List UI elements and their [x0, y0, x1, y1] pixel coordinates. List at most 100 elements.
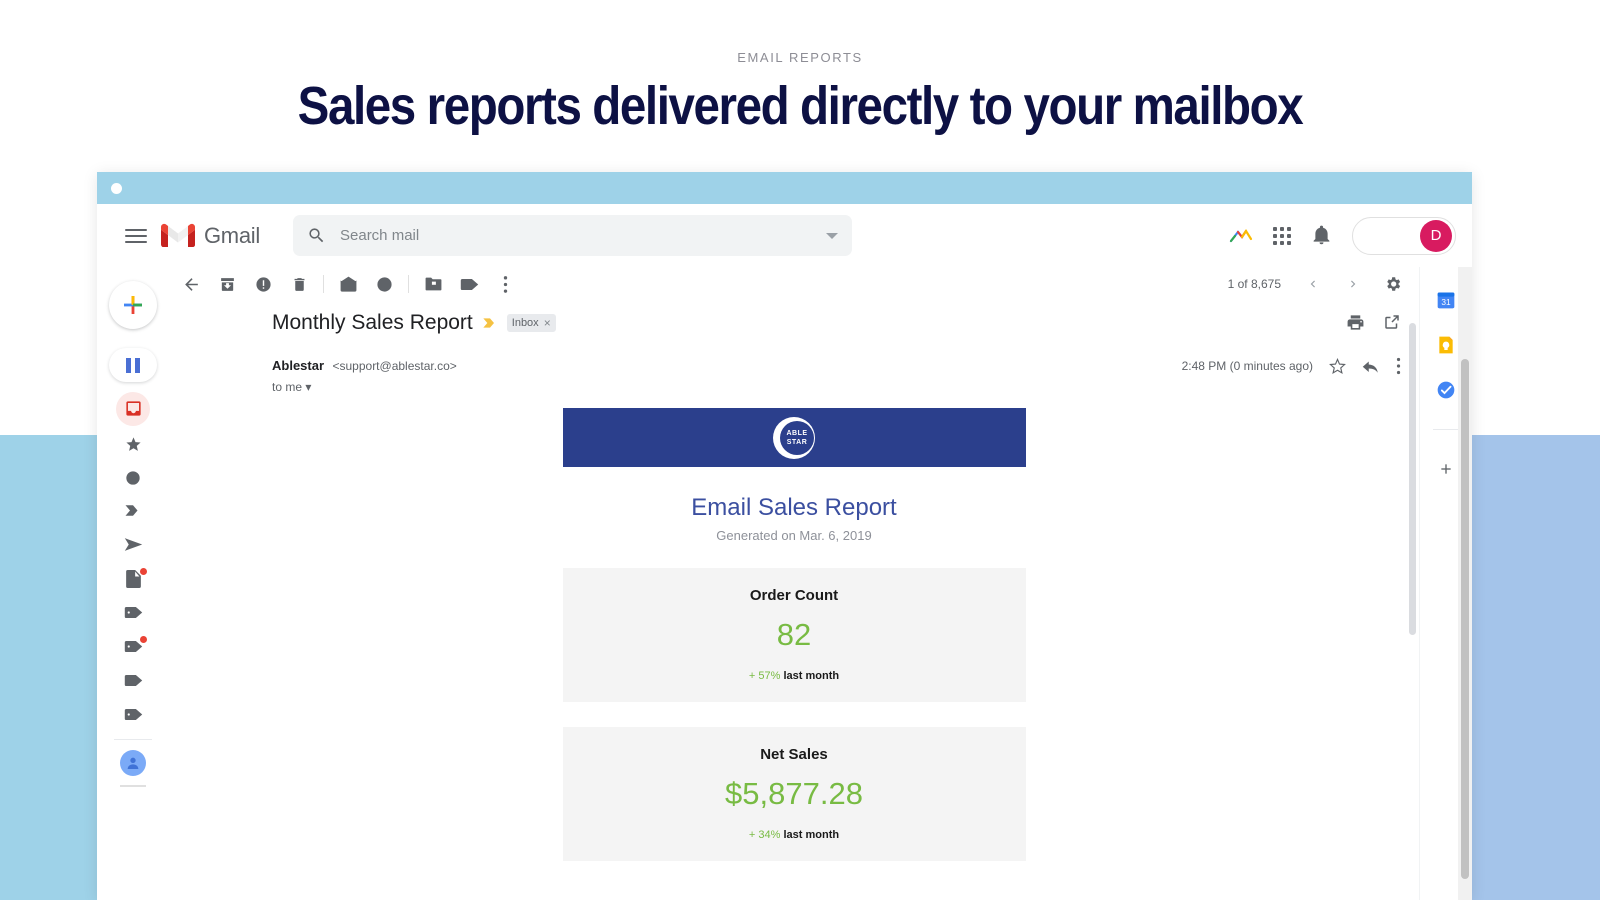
pause-button[interactable]: [109, 348, 157, 382]
gmail-logo[interactable]: Gmail: [161, 223, 260, 249]
background-panel-left: [0, 435, 100, 900]
ablestar-logo: ABLE STAR: [773, 416, 815, 459]
message-pane: 1 of 8,675 Monthly Sales Report Inbox × …: [169, 267, 1419, 900]
plus-icon: [124, 296, 142, 314]
sidebar-item-label-1[interactable]: [113, 600, 153, 625]
report-title: Email Sales Report: [691, 494, 897, 521]
header-actions: D: [1229, 216, 1456, 255]
stat-delta-percent: + 57%: [748, 670, 781, 682]
search-icon: [309, 228, 324, 243]
sidebar-item-important[interactable]: [113, 498, 153, 523]
important-chevron-icon: [125, 505, 138, 516]
sender-row: Ablestar <support@ablestar.co> to me ▾ 2…: [169, 335, 1419, 394]
message-scrollbar[interactable]: [1409, 323, 1416, 635]
right-sidebar-divider: [1433, 429, 1459, 430]
page-scrollbar-track[interactable]: [1458, 267, 1472, 900]
important-marker-icon[interactable]: [482, 317, 498, 329]
star-icon[interactable]: [1329, 357, 1346, 375]
person-icon: [127, 757, 139, 769]
page-scrollbar-thumb[interactable]: [1461, 359, 1469, 879]
gmail-m-icon: [161, 223, 195, 247]
search-options-chevron-down-icon[interactable]: [826, 232, 838, 239]
more-icon[interactable]: [487, 269, 523, 299]
search-bar[interactable]: [293, 215, 852, 256]
window-close-dot-icon[interactable]: [111, 183, 122, 194]
add-addon-icon[interactable]: [1435, 458, 1457, 480]
snooze-icon[interactable]: [366, 269, 402, 299]
sidebar-item-snoozed[interactable]: [113, 465, 153, 490]
avatar[interactable]: D: [1420, 219, 1452, 252]
sender-name: Ablestar: [272, 358, 325, 373]
browser-chrome-bar: [97, 172, 1472, 204]
send-icon: [124, 538, 142, 551]
sidebar-item-label-3[interactable]: [113, 668, 153, 693]
mark-unread-icon[interactable]: [330, 269, 366, 299]
sender-address: <support@ablestar.co>: [332, 359, 457, 373]
apps-grid-icon[interactable]: [1273, 226, 1291, 245]
report-card: ABLE STAR Email Sales Report Generated o…: [562, 408, 1026, 900]
sidebar-item-starred[interactable]: [113, 432, 153, 457]
message-meta: 2:48 PM (0 minutes ago): [1182, 357, 1401, 375]
sidebar-divider: [114, 739, 152, 740]
message-toolbar: 1 of 8,675: [169, 267, 1419, 301]
labels-icon[interactable]: [451, 269, 487, 299]
label-tag-icon: [124, 708, 142, 721]
inbox-icon: [125, 401, 141, 416]
gmail-header: Gmail Search mail D: [97, 204, 1472, 267]
gmail-body: 1 of 8,675 Monthly Sales Report Inbox × …: [97, 267, 1472, 900]
compose-button[interactable]: [109, 281, 157, 329]
reply-icon[interactable]: [1362, 358, 1380, 374]
contact-avatar-icon[interactable]: [120, 750, 146, 776]
previous-message-icon[interactable]: [1295, 269, 1331, 299]
back-icon[interactable]: [173, 269, 209, 299]
browser-window: Gmail Search mail D 1 of 8,675 Monthly S…: [97, 172, 1472, 900]
recipient-chevron-down-icon[interactable]: ▾: [305, 380, 311, 394]
print-icon[interactable]: [1346, 313, 1365, 332]
sidebar-item-drafts[interactable]: [113, 566, 153, 591]
support-icon[interactable]: [1229, 228, 1253, 244]
gmail-wordmark: Gmail: [204, 222, 260, 248]
next-message-icon[interactable]: [1335, 269, 1371, 299]
message-timestamp: 2:48 PM (0 minutes ago): [1181, 359, 1313, 373]
move-to-icon[interactable]: [415, 269, 451, 299]
recipient-line[interactable]: to me ▾: [272, 380, 457, 394]
keep-icon[interactable]: [1435, 334, 1457, 356]
more-icon[interactable]: [1396, 357, 1401, 375]
archive-icon[interactable]: [209, 269, 245, 299]
sidebar-item-inbox[interactable]: [113, 391, 153, 426]
stat-delta-percent: + 34%: [748, 829, 781, 841]
stat-label: Order Count: [749, 587, 839, 604]
stat-card-net-sales: Net Sales $5,877.28 + 34% last month: [562, 727, 1026, 861]
page-root: EMAIL REPORTS Sales reports delivered di…: [0, 0, 1600, 900]
report-spam-icon[interactable]: [245, 269, 281, 299]
unread-badge-dot: [140, 636, 147, 643]
sidebar-item-label-2[interactable]: [113, 634, 153, 659]
notifications-bell-icon[interactable]: [1311, 225, 1332, 246]
main-menu-icon[interactable]: [125, 225, 147, 247]
settings-gear-icon[interactable]: [1375, 269, 1411, 299]
open-in-new-window-icon[interactable]: [1383, 313, 1401, 331]
stat-delta-suffix: last month: [780, 670, 840, 682]
sidebar-footer-rule: [120, 785, 146, 787]
stat-value: 82: [776, 617, 812, 652]
account-pill[interactable]: D: [1352, 216, 1456, 255]
unread-badge-dot: [140, 568, 147, 575]
brand-line-2: STAR: [786, 438, 808, 446]
calendar-icon[interactable]: 31: [1435, 289, 1457, 311]
label-chip-inbox[interactable]: Inbox ×: [506, 314, 556, 332]
sidebar-item-sent[interactable]: [113, 532, 153, 557]
stat-delta: + 57% last month: [563, 670, 1026, 682]
sidebar-item-label-4[interactable]: [113, 702, 153, 727]
delete-icon[interactable]: [281, 269, 317, 299]
stat-value: $5,877.28: [725, 776, 863, 811]
message-actions-top: [1346, 313, 1401, 332]
report-generated-date: Generated on Mar. 6, 2019: [716, 528, 872, 543]
label-tag-icon: [124, 674, 142, 687]
tasks-icon[interactable]: [1435, 379, 1457, 401]
draft-document-icon: [125, 569, 141, 588]
search-input[interactable]: [340, 227, 818, 244]
hero-headline: Sales reports delivered directly to your…: [297, 76, 1304, 136]
page-title: Monthly Sales Report: [272, 311, 473, 334]
label-chip-remove-icon[interactable]: ×: [544, 316, 551, 330]
label-tag-icon: [124, 640, 142, 653]
